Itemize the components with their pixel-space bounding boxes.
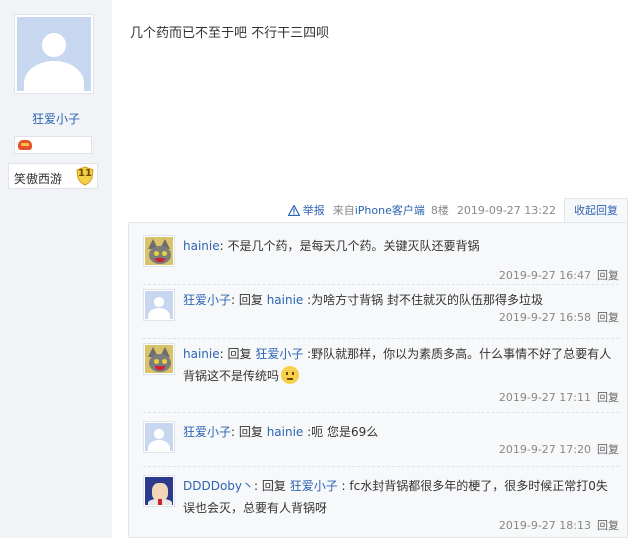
reply-text: DDDDoby丶: 回复 狂爱小子 : fc水封背锅都很多年的梗了，很多时候正常… — [183, 475, 619, 519]
author-level-badge[interactable]: 笑傲西游 11 — [8, 163, 98, 189]
businessman-avatar-icon — [145, 477, 173, 505]
reply-footer: 2019-9-27 18:13 回复 — [499, 517, 619, 533]
list-item: DDDDoby丶: 回复 狂爱小子 : fc水封背锅都很多年的梗了，很多时候正常… — [143, 475, 619, 537]
list-item: 狂爱小子: 回复 hainie :呃 您是69么 2019-9-27 17:20… — [143, 421, 619, 467]
reply-button[interactable]: 回复 — [597, 311, 619, 324]
reply-target-user[interactable]: hainie — [267, 425, 304, 439]
list-item: hainie: 不是几个药，是每天几个药。关键灭队还要背锅 2019-9-27 … — [143, 235, 619, 285]
reply-target-user[interactable]: 狂爱小子 — [290, 479, 338, 493]
cat-avatar-icon — [145, 237, 173, 265]
reply-text: 狂爱小子: 回复 hainie :呃 您是69么 — [183, 421, 619, 443]
reply-text: hainie: 不是几个药，是每天几个药。关键灭队还要背锅 — [183, 235, 619, 257]
post-content: 几个药而已不至于吧 不行干三四呗 — [130, 26, 330, 41]
game-controller-icon[interactable] — [18, 140, 32, 150]
post-datetime: 2019-09-27 13:22 — [456, 203, 556, 217]
reply-username[interactable]: hainie — [183, 239, 220, 253]
reply-avatar[interactable] — [143, 289, 175, 321]
reply-username[interactable]: 狂爱小子 — [183, 425, 231, 439]
author-badge-row — [14, 136, 92, 154]
default-avatar-icon — [145, 423, 173, 451]
level-title: 笑傲西游 — [14, 172, 63, 186]
reply-time: 2019-9-27 16:47 — [498, 269, 591, 282]
from-prefix: 来自 — [332, 204, 355, 217]
cat-avatar-icon — [145, 345, 173, 373]
level-number: 11 — [78, 168, 92, 179]
collapse-replies-button[interactable]: 收起回复 — [564, 198, 628, 222]
report-link[interactable]: 举报 — [287, 202, 325, 218]
floor-number: 8楼 — [430, 204, 449, 217]
reply-footer: 2019-9-27 17:20 回复 — [499, 441, 619, 457]
reply-button[interactable]: 回复 — [597, 519, 619, 532]
author-sidebar: 狂爱小子 笑傲西游 11 — [0, 0, 112, 538]
reply-footer: 2019-9-27 17:11 回复 — [499, 389, 619, 405]
warning-icon — [287, 204, 300, 216]
post-meta-bar: 举报 来自 iPhone客户端 8楼 2019-09-27 13:22 收起回复 — [287, 198, 628, 222]
confused-emoji-icon — [281, 366, 300, 384]
client-link[interactable]: iPhone客户端 — [355, 202, 425, 218]
reply-time: 2019-9-27 17:11 — [498, 391, 591, 404]
reply-time: 2019-9-27 18:13 — [498, 519, 591, 532]
reply-target-user[interactable]: 狂爱小子 — [255, 347, 303, 361]
reply-text: hainie: 回复 狂爱小子 :野队就那样，你以为素质多高。什么事情不好了总要… — [183, 343, 619, 387]
reply-username[interactable]: DDDDoby丶 — [183, 479, 254, 493]
reply-time: 2019-9-27 17:20 — [498, 443, 591, 456]
reply-username[interactable]: 狂爱小子 — [183, 293, 231, 307]
report-label: 举报 — [302, 204, 325, 217]
reply-footer: 2019-9-27 16:47 回复 — [499, 267, 619, 283]
list-item: hainie: 回复 狂爱小子 :野队就那样，你以为素质多高。什么事情不好了总要… — [143, 343, 619, 413]
reply-button[interactable]: 回复 — [597, 443, 619, 456]
reply-body: : 不是几个药，是每天几个药。关键灭队还要背锅 — [219, 239, 480, 253]
author-username[interactable]: 狂爱小子 — [0, 110, 112, 127]
reply-button[interactable]: 回复 — [597, 269, 619, 282]
list-item: 狂爱小子: 回复 hainie :为啥方寸背锅 封不住就灭的队伍那得多垃圾 20… — [143, 289, 619, 339]
reply-avatar[interactable] — [143, 235, 175, 267]
reply-avatar[interactable] — [143, 343, 175, 375]
reply-footer: 2019-9-27 16:58 回复 — [499, 309, 619, 325]
author-avatar[interactable] — [14, 14, 94, 94]
reply-word: : 回复 — [254, 479, 290, 493]
default-avatar-icon — [17, 17, 91, 91]
reply-list: hainie: 不是几个药，是每天几个药。关键灭队还要背锅 2019-9-27 … — [128, 222, 628, 538]
reply-word: : 回复 — [231, 293, 267, 307]
reply-avatar[interactable] — [143, 421, 175, 453]
reply-text: 狂爱小子: 回复 hainie :为啥方寸背锅 封不住就灭的队伍那得多垃圾 — [183, 289, 619, 311]
reply-username[interactable]: hainie — [183, 347, 220, 361]
reply-button[interactable]: 回复 — [597, 391, 619, 404]
reply-avatar[interactable] — [143, 475, 175, 507]
reply-target-user[interactable]: hainie — [267, 293, 304, 307]
reply-word: : 回复 — [219, 347, 256, 361]
default-avatar-icon — [145, 291, 173, 319]
reply-body: :呃 您是69么 — [303, 425, 379, 439]
reply-word: : 回复 — [231, 425, 267, 439]
reply-body: :为啥方寸背锅 封不住就灭的队伍那得多垃圾 — [303, 293, 544, 307]
reply-time: 2019-9-27 16:58 — [498, 311, 591, 324]
